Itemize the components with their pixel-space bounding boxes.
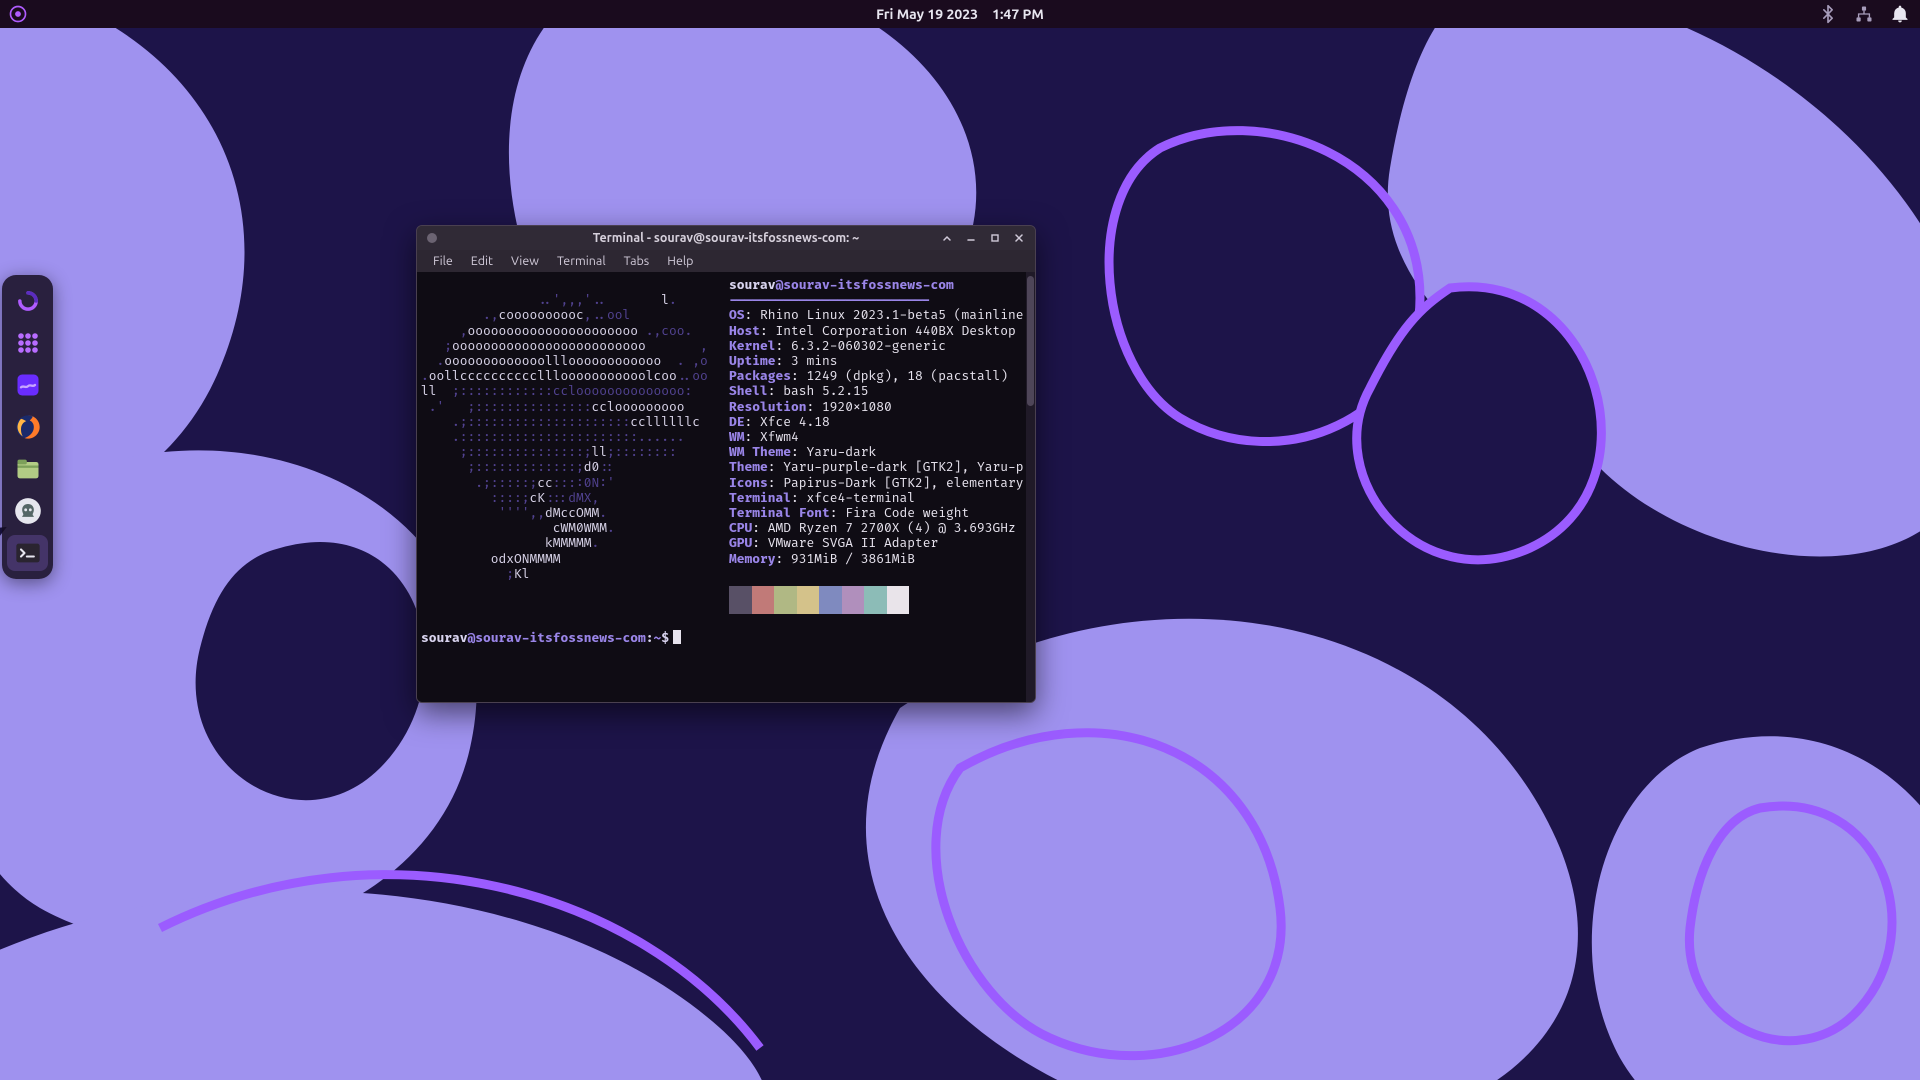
neofetch-info: sourav@sourav-itsfossnews-com ----------… bbox=[729, 278, 1024, 614]
top-panel: Fri May 19 2023 1:47 PM bbox=[0, 0, 1920, 28]
window-app-icon bbox=[427, 233, 437, 243]
menu-help[interactable]: Help bbox=[659, 252, 701, 270]
dock-terminal[interactable] bbox=[7, 535, 48, 571]
terminal-scrollbar[interactable] bbox=[1026, 272, 1035, 702]
window-title: Terminal - sourav@sourav-itsfossnews-com… bbox=[593, 231, 859, 245]
dock bbox=[2, 275, 53, 579]
window-close-button[interactable] bbox=[1009, 229, 1029, 247]
cursor-icon bbox=[673, 630, 681, 644]
network-icon[interactable] bbox=[1854, 4, 1874, 24]
menu-tabs[interactable]: Tabs bbox=[616, 252, 658, 270]
window-menubar: File Edit View Terminal Tabs Help bbox=[417, 250, 1035, 272]
panel-date[interactable]: Fri May 19 2023 bbox=[876, 6, 978, 22]
notifications-icon[interactable] bbox=[1890, 4, 1910, 24]
dock-app-octopus[interactable] bbox=[7, 493, 48, 529]
menu-edit[interactable]: Edit bbox=[463, 252, 501, 270]
distro-logo-icon[interactable] bbox=[8, 4, 28, 24]
dock-app-purple[interactable] bbox=[7, 367, 48, 403]
shell-prompt: sourav@sourav-itsfossnews-com:~$ bbox=[421, 630, 1033, 646]
bluetooth-icon[interactable] bbox=[1818, 4, 1838, 24]
window-titlebar[interactable]: Terminal - sourav@sourav-itsfossnews-com… bbox=[417, 226, 1035, 250]
menu-terminal[interactable]: Terminal bbox=[549, 252, 614, 270]
window-minimize-button[interactable] bbox=[961, 229, 981, 247]
menu-file[interactable]: File bbox=[425, 252, 461, 270]
window-maximize-button[interactable] bbox=[985, 229, 1005, 247]
dock-firefox[interactable] bbox=[7, 409, 48, 445]
terminal-body[interactable]: ..',,,'.. l. .,coooooooooc,..ool ,oooooo… bbox=[417, 272, 1035, 702]
scrollbar-thumb[interactable] bbox=[1027, 276, 1034, 406]
panel-time[interactable]: 1:47 PM bbox=[992, 6, 1044, 22]
terminal-window: Terminal - sourav@sourav-itsfossnews-com… bbox=[416, 225, 1036, 703]
dock-app-menu[interactable] bbox=[7, 283, 48, 319]
menu-view[interactable]: View bbox=[503, 252, 547, 270]
dock-app-grid[interactable] bbox=[7, 325, 48, 361]
window-shade-button[interactable] bbox=[937, 229, 957, 247]
dock-file-manager[interactable] bbox=[7, 451, 48, 487]
